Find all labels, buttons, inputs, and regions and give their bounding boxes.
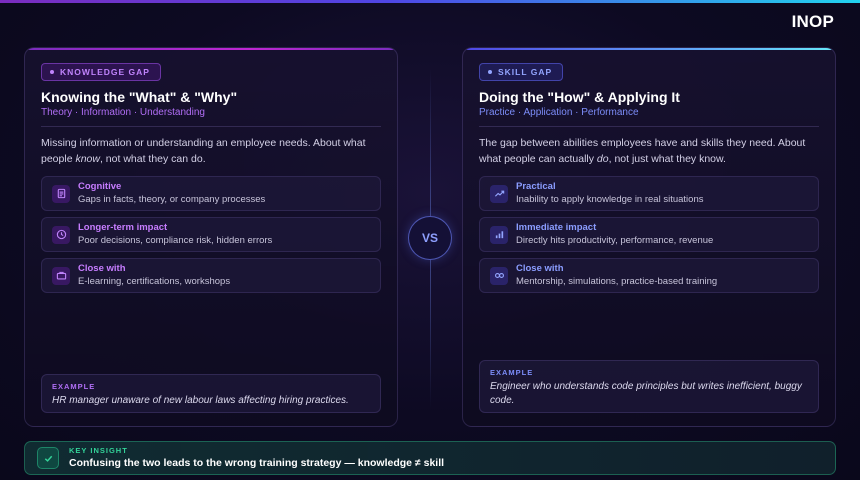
example-label: EXAMPLE — [490, 368, 534, 377]
insight-label: KEY INSIGHT — [69, 446, 128, 455]
trait-title: Cognitive — [78, 181, 122, 192]
example-label: EXAMPLE — [52, 382, 96, 391]
divider — [479, 126, 819, 127]
trait-desc: Inability to apply knowledge in real sit… — [516, 194, 704, 205]
trait-title: Longer-term impact — [78, 222, 168, 233]
brand-logo: INOP — [791, 12, 834, 31]
trait-item: Cognitive Gaps in facts, theory, or comp… — [41, 176, 381, 211]
trait-desc: Poor decisions, compliance risk, hidden … — [78, 235, 273, 246]
trait-desc: Mentorship, simulations, practice-based … — [516, 276, 718, 287]
badge-label: KNOWLEDGE GAP — [60, 67, 150, 77]
skill-gap-card: SKILL GAP Doing the "How" & Applying It … — [462, 47, 836, 427]
knowledge-gap-badge: KNOWLEDGE GAP — [41, 63, 161, 81]
trait-desc: Gaps in facts, theory, or company proces… — [78, 194, 266, 205]
card-description: Missing information or understanding an … — [41, 137, 366, 165]
skill-gap-badge: SKILL GAP — [479, 63, 564, 81]
card-title: Doing the "How" & Applying It — [479, 89, 680, 105]
card-description: The gap between abilities employees have… — [479, 137, 806, 165]
trait-title: Close with — [78, 263, 126, 274]
example-box: EXAMPLE HR manager unaware of new labour… — [41, 374, 381, 413]
key-insight-banner: KEY INSIGHT Confusing the two leads to t… — [24, 441, 836, 475]
trait-item: Longer-term impact Poor decisions, compl… — [41, 217, 381, 252]
insight-text: Confusing the two leads to the wrong tra… — [69, 457, 445, 469]
briefcase-icon — [52, 266, 70, 285]
badge-label: SKILL GAP — [498, 67, 553, 77]
document-icon — [52, 184, 70, 203]
infinity-icon — [490, 266, 508, 285]
trait-title: Immediate impact — [516, 222, 597, 233]
divider — [41, 126, 381, 127]
trait-item: Close with Mentorship, simulations, prac… — [479, 258, 819, 293]
trend-up-icon — [490, 184, 508, 203]
card-subtitle: Theory · Information · Understanding — [41, 107, 205, 118]
bar-chart-icon — [490, 225, 508, 244]
trait-item: Close with E-learning, certifications, w… — [41, 258, 381, 293]
clock-icon — [52, 225, 70, 244]
example-box: EXAMPLE Engineer who understands code pr… — [479, 360, 819, 413]
dot-icon — [50, 70, 54, 74]
example-text: HR manager unaware of new labour laws af… — [52, 395, 349, 406]
card-title: Knowing the "What" & "Why" — [41, 89, 238, 105]
example-text: Engineer who understands code principles… — [490, 381, 802, 406]
trait-item: Immediate impact Directly hits productiv… — [479, 217, 819, 252]
insight-text-group: KEY INSIGHT Confusing the two leads to t… — [69, 446, 444, 470]
trait-desc: Directly hits productivity, performance,… — [516, 235, 714, 246]
trait-item: Practical Inability to apply knowledge i… — [479, 176, 819, 211]
card-subtitle: Practice · Application · Performance — [479, 107, 639, 118]
trait-title: Close with — [516, 263, 564, 274]
dot-icon — [488, 70, 492, 74]
vs-badge: VS — [408, 216, 452, 260]
knowledge-gap-card: KNOWLEDGE GAP Knowing the "What" & "Why"… — [24, 47, 398, 427]
knowledge-gap-traits: Cognitive Gaps in facts, theory, or comp… — [41, 176, 381, 299]
trait-desc: E-learning, certifications, workshops — [78, 276, 231, 287]
checkmark-icon — [37, 447, 59, 469]
trait-title: Practical — [516, 181, 556, 192]
skill-gap-traits: Practical Inability to apply knowledge i… — [479, 176, 819, 299]
top-accent-bar — [0, 0, 860, 3]
